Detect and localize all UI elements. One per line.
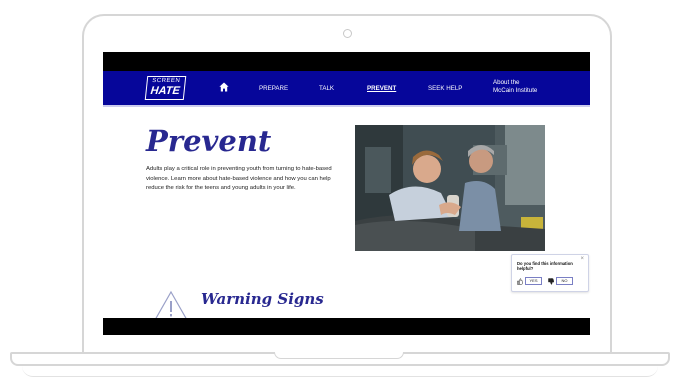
home-icon[interactable] bbox=[219, 82, 229, 92]
photo-illustration bbox=[355, 125, 545, 251]
warning-signs-heading: Warning Signs bbox=[201, 290, 324, 308]
page-title: Prevent bbox=[146, 124, 272, 158]
nav-prepare[interactable]: PREPARE bbox=[259, 85, 288, 93]
feedback-yes-button[interactable]: YES bbox=[525, 277, 542, 285]
hero-description: Adults play a critical role in preventin… bbox=[146, 166, 332, 191]
nav-about-mccain[interactable]: About the McCain Institute bbox=[493, 79, 537, 95]
site-header: SCREEN HATE PREPARE TALK PREVENT SEEK HE… bbox=[103, 71, 590, 107]
screen-hate-logo[interactable]: SCREEN HATE bbox=[144, 76, 187, 100]
nav-talk[interactable]: TALK bbox=[319, 85, 334, 93]
nav-about-line1: About the bbox=[493, 79, 520, 86]
laptop-base-shadow bbox=[22, 366, 658, 377]
nav-prevent[interactable]: PREVENT bbox=[367, 85, 396, 93]
thumbs-down-icon[interactable] bbox=[548, 278, 554, 285]
feedback-widget: × Do you find this information helpful? … bbox=[511, 254, 589, 292]
thumbs-up-icon[interactable] bbox=[517, 278, 523, 285]
laptop-base-notch bbox=[274, 352, 404, 359]
feedback-question: Do you find this information helpful? bbox=[517, 261, 573, 272]
feedback-no-button[interactable]: NO bbox=[556, 277, 573, 285]
logo-line2: HATE bbox=[149, 85, 181, 97]
screen-top-bar bbox=[103, 52, 590, 71]
nav-about-line2: McCain Institute bbox=[493, 87, 538, 94]
laptop-camera bbox=[343, 29, 352, 38]
hero-photo bbox=[355, 125, 545, 251]
nav-seek-help[interactable]: SEEK HELP bbox=[428, 85, 462, 93]
laptop-screen: SCREEN HATE PREPARE TALK PREVENT SEEK HE… bbox=[103, 52, 590, 335]
screen-bottom-bar bbox=[103, 318, 590, 335]
close-icon[interactable]: × bbox=[580, 256, 584, 263]
